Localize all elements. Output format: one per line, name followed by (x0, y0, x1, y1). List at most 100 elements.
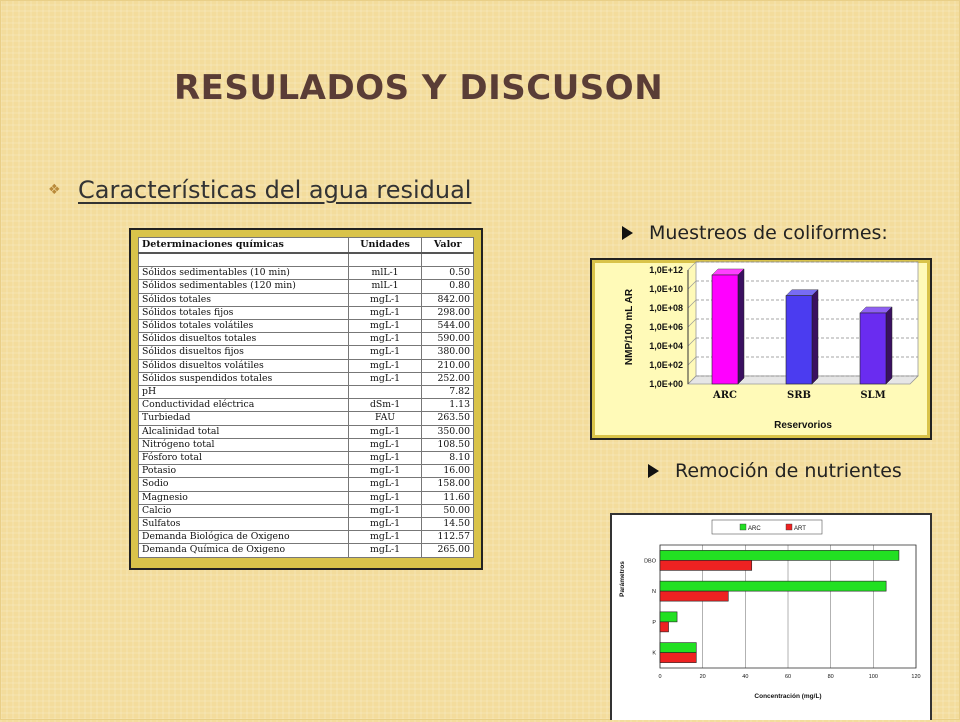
legend-label: ARC (748, 526, 761, 532)
table-row: Fósforo total mgL-1 8.10 (138, 451, 474, 466)
cell-unidad: mgL-1 (347, 451, 423, 466)
cell-valor: 252.00 (421, 371, 474, 387)
table-row: Calcio mgL-1 50.00 (138, 503, 474, 519)
cell-valor: 590.00 (421, 332, 474, 347)
cell-unidad: mgL-1 (347, 490, 423, 505)
bar-side (885, 306, 893, 385)
cell-valor: 1.13 (421, 398, 474, 413)
diamond-bullet-icon: ❖ (48, 182, 61, 198)
table-row: Sodio mgL-1 158.00 (138, 477, 474, 492)
bar-arc (711, 274, 739, 385)
cell-valor: 50.00 (421, 503, 474, 519)
chemical-table-frame: Determinaciones químicas Unidades Valor … (129, 228, 483, 570)
arrow-bullet-icon (622, 226, 633, 240)
cell-valor: 380.00 (421, 345, 474, 360)
cell-valor: 298.00 (421, 305, 474, 321)
table-spacer-row (138, 252, 474, 268)
header-unidades: Unidades (347, 237, 423, 254)
x-tick-label: 60 (785, 674, 791, 680)
x-axis-title: Reservorios (774, 420, 832, 431)
table-row: Sólidos totales volátiles mgL-1 544.00 (138, 318, 474, 334)
cell-unidad: mgL-1 (347, 530, 423, 545)
bar-side (811, 289, 819, 385)
table-row: Sólidos disueltos volátiles mgL-1 210.00 (138, 358, 474, 373)
cell-unidad: mgL-1 (347, 477, 423, 492)
cell-valor: 7.82 (421, 385, 474, 400)
bar-slm (859, 312, 887, 385)
cell-determinacion: Sólidos disueltos fijos (138, 345, 349, 360)
cell-determinacion: Sólidos sedimentables (10 min) (138, 266, 349, 281)
chemical-table: Determinaciones químicas Unidades Valor … (138, 237, 474, 558)
cell-determinacion: Demanda Biológica de Oxigeno (138, 530, 349, 545)
y-axis-title: NMP/100 mL AR (624, 288, 635, 365)
cell-unidad: mgL-1 (347, 517, 423, 532)
section-subtitle: Características del agua residual (78, 176, 472, 204)
y-tick-label: P (652, 620, 656, 626)
table-row: Demanda Química de Oxigeno mgL-1 265.00 (138, 543, 474, 558)
x-tick-label: 0 (658, 674, 661, 680)
bullet-coliformes: Muestreos de coliformes: (622, 222, 888, 244)
cell-unidad: mlL-1 (347, 266, 423, 281)
bar-k-arc (659, 642, 697, 653)
cell-valor: 158.00 (421, 477, 474, 492)
y-tick-label: 1,0E+08 (649, 303, 683, 313)
y-tick-label: 1,0E+04 (649, 341, 683, 351)
cell-determinacion: pH (138, 385, 349, 400)
cell-unidad: mgL-1 (347, 424, 423, 439)
legend-swatch-arc (739, 523, 747, 531)
cell-unidad: FAU (347, 411, 423, 426)
bar-dbo-arc (659, 550, 900, 561)
cell-unidad: mgL-1 (347, 292, 423, 307)
bar-p-arc (659, 611, 678, 623)
cell-determinacion: Sólidos disueltos volátiles (138, 358, 349, 373)
bar-top (859, 306, 893, 314)
table-row: Conductividad eléctrica dSm-1 1.13 (138, 398, 474, 413)
cell-valor: 263.50 (421, 411, 474, 426)
cell-unidad: mlL-1 (347, 279, 423, 294)
cell-valor: 11.60 (421, 490, 474, 505)
cell-valor: 544.00 (421, 318, 474, 334)
bar-p-art (659, 621, 669, 633)
y-tick-label: 1,0E+00 (649, 379, 683, 389)
bar-k-art (659, 652, 697, 663)
legend-swatch-art (785, 523, 793, 531)
table-header-row: Determinaciones químicas Unidades Valor (138, 237, 474, 254)
table-row: Demanda Biológica de Oxigeno mgL-1 112.57 (138, 530, 474, 545)
bar-n-art (659, 590, 729, 602)
table-row: Alcalinidad total mgL-1 350.00 (138, 424, 474, 439)
legend-label: ART (794, 526, 806, 532)
x-axis-title: Concentración (mg/L) (754, 693, 821, 700)
cell-valor: 210.00 (421, 358, 474, 373)
table-row: Sulfatos mgL-1 14.50 (138, 517, 474, 532)
table-row: Sólidos sedimentables (120 min) mlL-1 0.80 (138, 279, 474, 294)
label-nutrientes: Remoción de nutrientes (675, 460, 902, 482)
cell-determinacion: Potasio (138, 464, 349, 479)
cell-unidad: mgL-1 (347, 437, 423, 453)
x-tick-label: 120 (911, 674, 920, 680)
table-row: Magnesio mgL-1 11.60 (138, 490, 474, 505)
slide-title: RESULADOS Y DISCUSON (174, 68, 664, 108)
bullet-nutrientes: Remoción de nutrientes (648, 460, 902, 482)
x-tick-label: 100 (869, 674, 878, 680)
bar-dbo-art (659, 560, 753, 571)
x-tick-label: SRB (787, 390, 811, 401)
x-tick-label: SLM (860, 390, 885, 401)
cell-unidad (347, 385, 423, 400)
cell-determinacion: Sodio (138, 477, 349, 492)
cell-valor: 16.00 (421, 464, 474, 479)
cell-determinacion: Magnesio (138, 490, 349, 505)
cell-unidad: mgL-1 (347, 503, 423, 519)
table-row: Turbiedad FAU 263.50 (138, 411, 474, 426)
cell-determinacion: Demanda Química de Oxigeno (138, 543, 349, 558)
y-tick-label: N (652, 589, 656, 595)
table-row: pH 7.82 (138, 385, 474, 400)
bar-top (711, 268, 745, 276)
cell-unidad: mgL-1 (347, 332, 423, 347)
coliform-chart: 1,0E+00 1,0E+02 1,0E+04 1,0E+06 1,0E+08 1,0E+… (595, 261, 927, 435)
y-axis-title: Parámetros (619, 561, 626, 597)
nutrient-chart: ARC ART 0 20 40 60 80 100 120 DBO N P K Concentración… (619, 519, 921, 700)
x-tick-label: 40 (742, 674, 748, 680)
x-tick-label: 20 (700, 674, 706, 680)
y-tick-label: 1,0E+02 (649, 360, 683, 370)
cell-determinacion: Sólidos totales fijos (138, 305, 349, 321)
